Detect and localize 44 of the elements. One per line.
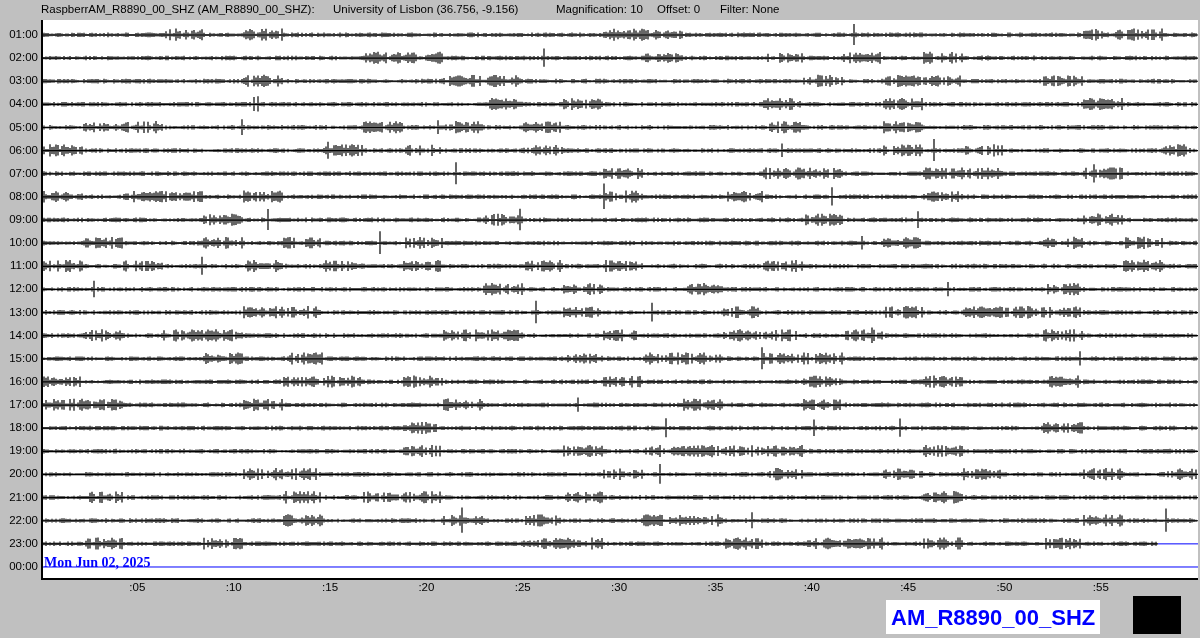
minute-tick-label: :30 xyxy=(611,582,628,594)
hour-label: 15:00 xyxy=(9,352,38,365)
station-title: RaspberrAM_R8890_00_SHZ (AM_R8890_00_SHZ): xyxy=(41,2,316,18)
offset-text: Offset: 0 xyxy=(657,2,702,18)
hour-label: 10:00 xyxy=(9,237,38,249)
hour-label: 04:00 xyxy=(9,98,38,110)
hour-label: 23:00 xyxy=(9,537,38,550)
hour-label: 22:00 xyxy=(9,514,38,527)
minute-tick-label: :35 xyxy=(707,582,724,594)
color-swatch xyxy=(1133,596,1181,634)
minute-tick-label: :50 xyxy=(996,582,1013,594)
hour-label: 06:00 xyxy=(9,144,38,157)
hour-label: 13:00 xyxy=(9,306,38,319)
hour-label: 20:00 xyxy=(9,468,38,480)
hour-label: 21:00 xyxy=(9,491,38,504)
hour-label: 00:00 xyxy=(9,561,38,573)
pending-line xyxy=(1157,543,1198,545)
hour-label: 14:00 xyxy=(9,329,38,342)
hour-label: 08:00 xyxy=(9,190,38,203)
magnification-text: Magnification: 10 xyxy=(556,2,644,18)
channel-label: AM_R8890_00_SHZ xyxy=(886,600,1101,634)
minute-tick-label: :40 xyxy=(803,582,820,594)
hour-label: 19:00 xyxy=(9,445,38,457)
minute-tick-label: :20 xyxy=(418,582,435,594)
hour-label: 16:00 xyxy=(9,375,38,388)
location-text: University of Lisbon (36.756, -9.156) xyxy=(333,2,520,18)
date-label: Mon Jun 02, 2025 xyxy=(44,556,151,570)
hour-label: 11:00 xyxy=(10,260,38,272)
hour-label: 03:00 xyxy=(9,75,38,87)
hour-label: 02:00 xyxy=(9,52,38,64)
hour-label: 07:00 xyxy=(9,167,38,180)
filter-text: Filter: None xyxy=(720,2,780,18)
minute-tick-label: :15 xyxy=(322,582,339,594)
hour-label: 05:00 xyxy=(9,121,38,133)
hour-label: 17:00 xyxy=(9,399,38,411)
hour-label: 18:00 xyxy=(9,422,38,434)
minute-tick-label: :25 xyxy=(514,582,531,594)
hour-label: 09:00 xyxy=(9,214,38,226)
minute-tick-label: :05 xyxy=(129,582,146,594)
minute-tick-label: :10 xyxy=(225,582,242,594)
minute-tick-label: :45 xyxy=(900,582,917,594)
hour-label: 12:00 xyxy=(9,283,38,295)
hour-label: 01:00 xyxy=(9,29,38,41)
minute-tick-label: :55 xyxy=(1092,582,1109,594)
